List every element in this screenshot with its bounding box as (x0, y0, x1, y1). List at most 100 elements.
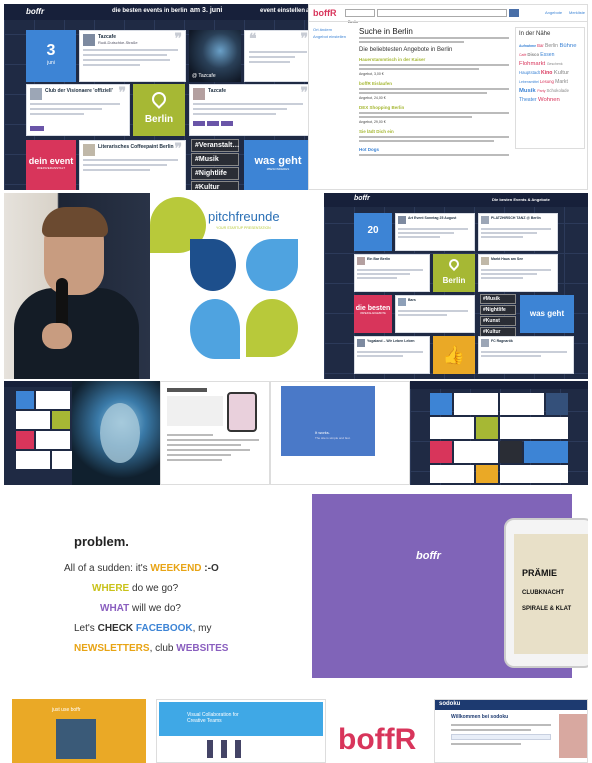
hashtag-veranstalt[interactable]: #Veranstalt… (191, 139, 239, 152)
side-link-angebot[interactable]: Angebot einstellen (313, 34, 346, 39)
event-card-title[interactable]: Club der Visionaere 'offiziell' (45, 88, 126, 94)
hashtag-musik[interactable]: #Musik (191, 153, 239, 166)
result-item[interactable]: Sie lädt Dich ein (359, 129, 509, 142)
website-screenshot[interactable] (160, 381, 270, 485)
event-card[interactable]: Markt Haus am See (478, 254, 558, 292)
header-divider (309, 21, 587, 22)
die-besten-tile[interactable]: die besten #SPEZIALANGEBOTE (354, 295, 392, 333)
event-card-title[interactable]: Bars (408, 298, 472, 302)
problem-word: NEWSLETTERS (74, 643, 150, 654)
event-card[interactable]: Tazcafe ❞ (189, 84, 312, 136)
tag-cloud-item[interactable]: Bar (537, 43, 545, 48)
event-card-title[interactable]: FC Ragnarök (491, 339, 571, 343)
tag-cloud-item[interactable]: Lebensmittel (519, 80, 540, 84)
hashtag-kunst[interactable]: #Kunst (480, 316, 516, 326)
was-geht-tile[interactable]: was geht #BESONDERES (244, 140, 312, 190)
result-item[interactable]: Hot Dogs (359, 147, 509, 156)
tag-cloud-item[interactable]: Schokolade (547, 88, 569, 93)
tag-cloud-item[interactable]: Wohnen (538, 97, 560, 103)
sodoku-screenshot[interactable]: sodoku Willkommen bei sodoku (434, 699, 588, 763)
event-card[interactable]: FC Ragnarök (478, 336, 574, 374)
sodoku-photo (559, 714, 587, 758)
result-item[interactable]: DEX Shopping Berlin Angebot, 29,00 € (359, 105, 509, 124)
boffr-search-screenshot[interactable]: boffR Berlin Angebote Merkliste Ort ände… (308, 4, 588, 190)
event-card[interactable]: Tazcafe Rudi-Dutschke-Straße ❞ (79, 30, 186, 82)
result-title[interactable]: Sie lädt Dich ein (359, 129, 509, 134)
event-card-title[interactable]: Art Event Sonntag 25 August (408, 216, 472, 220)
hashtag-nightlife[interactable]: #Nightlife (480, 305, 516, 315)
thumbs-up-tile[interactable]: 👍 (433, 336, 475, 374)
side-link-ort[interactable]: Ort ändern (313, 27, 346, 32)
search-input[interactable]: Berlin (345, 9, 375, 24)
boffr-logo[interactable]: boffr (26, 7, 44, 16)
tag-cloud-item[interactable]: Disco (527, 52, 540, 57)
boffr-homepage-screenshot[interactable]: boffr die besten events in berlin am 3. … (4, 4, 334, 190)
result-item[interactable]: boffR Eislaufen Angebot, 24,00 € (359, 81, 509, 100)
tag-cloud-item[interactable]: Geschenk (547, 62, 563, 66)
event-card-title[interactable]: Ein Bar Berlin (367, 257, 427, 261)
hashtag-musik[interactable]: #Musik (480, 294, 516, 304)
tag-cloud-item[interactable]: Flohmarkt (519, 61, 547, 67)
tag-cloud-item[interactable]: Kultur (554, 70, 569, 76)
tag-cloud-item[interactable]: Bühne (559, 43, 576, 49)
event-card-title[interactable]: Markt Haus am See (491, 257, 555, 261)
top-link-angebote[interactable]: Angebote (545, 10, 562, 15)
mini-card (36, 391, 70, 409)
tag-cloud-item[interactable]: Aufnahme (519, 44, 537, 48)
was-geht-tile[interactable]: was geht (520, 295, 574, 333)
quote-icon: ❞ (300, 31, 308, 47)
event-card-title[interactable]: PLATZHIRSCH TANZ @ Berlin (491, 216, 555, 220)
tag-cloud-item[interactable]: Markt (555, 79, 568, 85)
boffr-homepage-v2-screenshot[interactable]: boffr Die besten Events & Angebote 20 Ar… (324, 193, 588, 379)
event-card-title[interactable]: Literarisches Coffeepaint Berlin (98, 144, 182, 150)
tag-cloud-item[interactable]: Berlin (545, 43, 559, 49)
visual-collab-screenshot[interactable]: Visual Collaboration for Creative Teams (156, 699, 326, 763)
date-tile[interactable]: 3 juni (26, 30, 76, 82)
top-link-merkliste[interactable]: Merkliste (569, 10, 585, 15)
event-card[interactable]: PLATZHIRSCH TANZ @ Berlin (478, 213, 558, 251)
tag-badge[interactable] (30, 126, 44, 131)
tag-cloud-item[interactable]: Party (537, 89, 546, 93)
event-card-title[interactable]: Yogaland – Wir Leben Leben (367, 339, 427, 343)
result-title[interactable]: Hot Dogs (359, 147, 509, 152)
tag-cloud-item[interactable]: Theater (519, 97, 538, 103)
event-card[interactable]: Literarisches Coffeepaint Berlin ❞ (79, 140, 186, 190)
event-card[interactable]: Art Event Sonntag 25 August (395, 213, 475, 251)
date-tile[interactable]: 20 (354, 213, 392, 251)
boffr-homepage-v3-screenshot[interactable] (410, 381, 588, 485)
problem-line: Let's CHECK FACEBOOK, my (74, 623, 294, 634)
tag-cloud-item[interactable]: Lesung (540, 79, 555, 84)
event-thumbnail (83, 144, 95, 156)
header-date[interactable]: am 3. juni (190, 7, 222, 14)
event-card[interactable]: Bars (395, 295, 475, 333)
boffr-logo[interactable]: boffr (354, 195, 370, 202)
search-button[interactable] (509, 9, 519, 17)
result-title[interactable]: boffR Eislaufen (359, 81, 509, 86)
event-card[interactable]: Ein Bar Berlin (354, 254, 430, 292)
tag-cloud-item[interactable]: Musik (519, 88, 537, 94)
event-photo[interactable]: @ Tazcafe (189, 30, 241, 82)
hashtag-nightlife[interactable]: #Nightlife (191, 167, 239, 180)
boffr-logo[interactable]: boffR (313, 8, 337, 18)
berlin-tile[interactable]: Berlin (133, 84, 185, 136)
tag-cloud-item[interactable]: Kino (541, 70, 554, 76)
hashtag-kultur[interactable]: #Kultur (191, 181, 239, 190)
event-card[interactable]: ❝ ❞ (244, 30, 312, 82)
tag-cloud-item[interactable]: Essen (540, 52, 554, 58)
result-title[interactable]: DEX Shopping Berlin (359, 105, 509, 110)
dein-event-tile[interactable]: dein event #DEINVERANSTALT (26, 140, 76, 190)
event-card-title[interactable]: Tazcafe (208, 88, 308, 94)
it-works-screenshot[interactable]: It works. The site is simple and fast. (270, 381, 410, 485)
berlin-tile[interactable]: Berlin (433, 254, 475, 292)
search-field[interactable] (377, 9, 507, 17)
event-card[interactable]: Yogaland – Wir Leben Leben (354, 336, 430, 374)
boffr-app-logo: boffr (416, 550, 441, 562)
problem-word: WHAT (100, 603, 130, 614)
event-card[interactable]: Club der Visionaere 'offiziell' ❞ (26, 84, 130, 136)
result-item[interactable]: Hauerstammtisch in der Kaiser Angebot, 3… (359, 57, 509, 76)
site-header (167, 388, 207, 392)
result-title[interactable]: Hauerstammtisch in der Kaiser (359, 57, 509, 62)
dein-event-label: dein event (28, 156, 74, 166)
tag-cloud-item[interactable]: Hauptstadt (519, 70, 541, 75)
nav-event-einstellen[interactable]: event einstellen (260, 8, 305, 14)
